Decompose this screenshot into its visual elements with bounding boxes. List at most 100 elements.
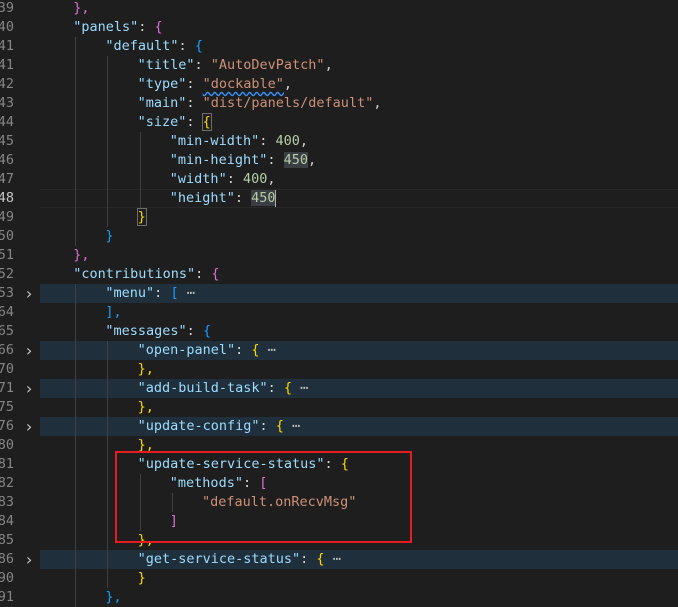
code-token: "get-service-status" [137, 551, 301, 567]
line-number: 43 [0, 95, 14, 111]
line-background [40, 151, 678, 170]
line-background [40, 227, 678, 246]
indent-guide [107, 550, 109, 569]
code-line[interactable]: 44 "size": { [0, 113, 678, 132]
line-number: 81 [0, 456, 14, 472]
code-text: "width": 400, [170, 170, 276, 189]
indent-guide [75, 227, 77, 246]
code-line[interactable]: 53 › "menu": [ ⋯ [0, 284, 678, 303]
code-token: , [267, 171, 276, 187]
indent-guide [75, 379, 77, 398]
code-line[interactable]: 42 "type": "dockable", [0, 75, 678, 94]
line-number: 50 [0, 228, 14, 244]
indent-guide [107, 94, 109, 113]
code-line[interactable]: 41 "title": "AutoDevPatch", [0, 56, 678, 75]
indent-guide [75, 360, 77, 379]
indent-guide [107, 151, 109, 170]
code-token: ⋯ [292, 380, 309, 396]
indent-guide [107, 379, 109, 398]
code-token: } [105, 228, 114, 244]
code-token: : [267, 380, 284, 396]
line-background [40, 341, 678, 360]
code-token: }, [73, 0, 90, 16]
code-token: : [186, 323, 203, 339]
indent-guide [139, 170, 141, 189]
code-text: "main": "dist/panels/default", [138, 94, 382, 113]
indent-guide [107, 569, 109, 588]
code-text: }, [73, 246, 89, 265]
line-number: 51 [0, 247, 14, 263]
line-number: 71 [0, 380, 14, 396]
indent-guide [75, 208, 77, 227]
indent-guide [139, 132, 141, 151]
code-token: : [186, 76, 203, 92]
code-line[interactable]: 51}, [0, 246, 678, 265]
code-token: 400 [242, 171, 268, 187]
code-token: } [137, 570, 146, 586]
line-number: 86 [0, 551, 14, 567]
line-background [40, 170, 678, 189]
code-line[interactable]: 90} [0, 569, 678, 588]
indent-guide [107, 170, 109, 189]
code-line[interactable]: 45 "min-width": 400, [0, 132, 678, 151]
fold-chevron-right-icon[interactable]: › [23, 341, 35, 360]
line-number: 40 [0, 19, 14, 35]
indent-guide [75, 37, 77, 56]
code-line[interactable]: 50} [0, 227, 678, 246]
code-line[interactable]: 64], [0, 303, 678, 322]
code-line[interactable]: 75}, [0, 398, 678, 417]
code-token: : [267, 152, 284, 168]
code-token: , [283, 76, 293, 92]
code-line[interactable]: 48 "height": 450 [0, 189, 678, 208]
code-line[interactable]: 47 "width": 400, [0, 170, 678, 189]
code-token: "dist/panels/default" [202, 95, 374, 111]
code-token: [ [170, 285, 179, 301]
indent-guide [75, 94, 77, 113]
code-line[interactable]: 49} [0, 208, 678, 227]
line-number: 85 [0, 532, 14, 548]
code-line[interactable]: 65 "messages": { [0, 322, 678, 341]
code-line[interactable]: 43 "main": "dist/panels/default", [0, 94, 678, 113]
code-line[interactable]: 52 "contributions": { [0, 265, 678, 284]
code-line[interactable]: 40 "panels": { [0, 18, 678, 37]
line-number: 75 [0, 399, 14, 415]
line-number: 47 [0, 171, 14, 187]
code-token: : [259, 418, 276, 434]
code-token: "min-height" [169, 152, 268, 168]
indent-guide [107, 531, 109, 550]
code-line[interactable]: 91}, [0, 588, 678, 607]
code-line[interactable]: 76 › "update-config": { ⋯ [0, 417, 678, 436]
code-token: : [234, 190, 252, 206]
fold-chevron-right-icon[interactable]: › [23, 550, 35, 569]
line-background [40, 132, 678, 151]
fold-chevron-right-icon[interactable]: › [23, 417, 35, 436]
code-text: "add-build-task": { ⋯ [138, 379, 309, 398]
code-text: }, [138, 360, 154, 379]
code-token: { [201, 113, 212, 131]
code-line[interactable]: 70}, [0, 360, 678, 379]
code-token: "type" [137, 76, 187, 92]
code-line[interactable]: 86 › "get-service-status": { ⋯ [0, 550, 678, 569]
code-line[interactable]: 39}, [0, 0, 678, 18]
code-token: : [194, 57, 211, 73]
line-background [40, 0, 678, 18]
line-number: 41 [0, 38, 14, 54]
fold-chevron-right-icon[interactable]: › [23, 284, 35, 303]
indent-guide [107, 56, 109, 75]
line-number: 64 [0, 304, 14, 320]
code-line[interactable]: 41 "default": { [0, 37, 678, 56]
code-token: : [300, 551, 317, 567]
fold-chevron-right-icon[interactable]: › [23, 379, 35, 398]
code-text: }, [73, 0, 89, 18]
code-token: "default" [105, 38, 179, 54]
code-token: "menu" [105, 285, 155, 301]
code-line[interactable]: 71 › "add-build-task": { ⋯ [0, 379, 678, 398]
code-line[interactable]: 46 "min-height": 450, [0, 151, 678, 170]
code-token: }, [137, 399, 154, 415]
code-token: { [202, 323, 212, 339]
code-token: { [275, 418, 284, 434]
code-text: "get-service-status": { ⋯ [138, 550, 341, 569]
line-number: 53 [0, 285, 14, 301]
code-line[interactable]: 66 › "open-panel": { ⋯ [0, 341, 678, 360]
indent-guide [75, 474, 77, 493]
